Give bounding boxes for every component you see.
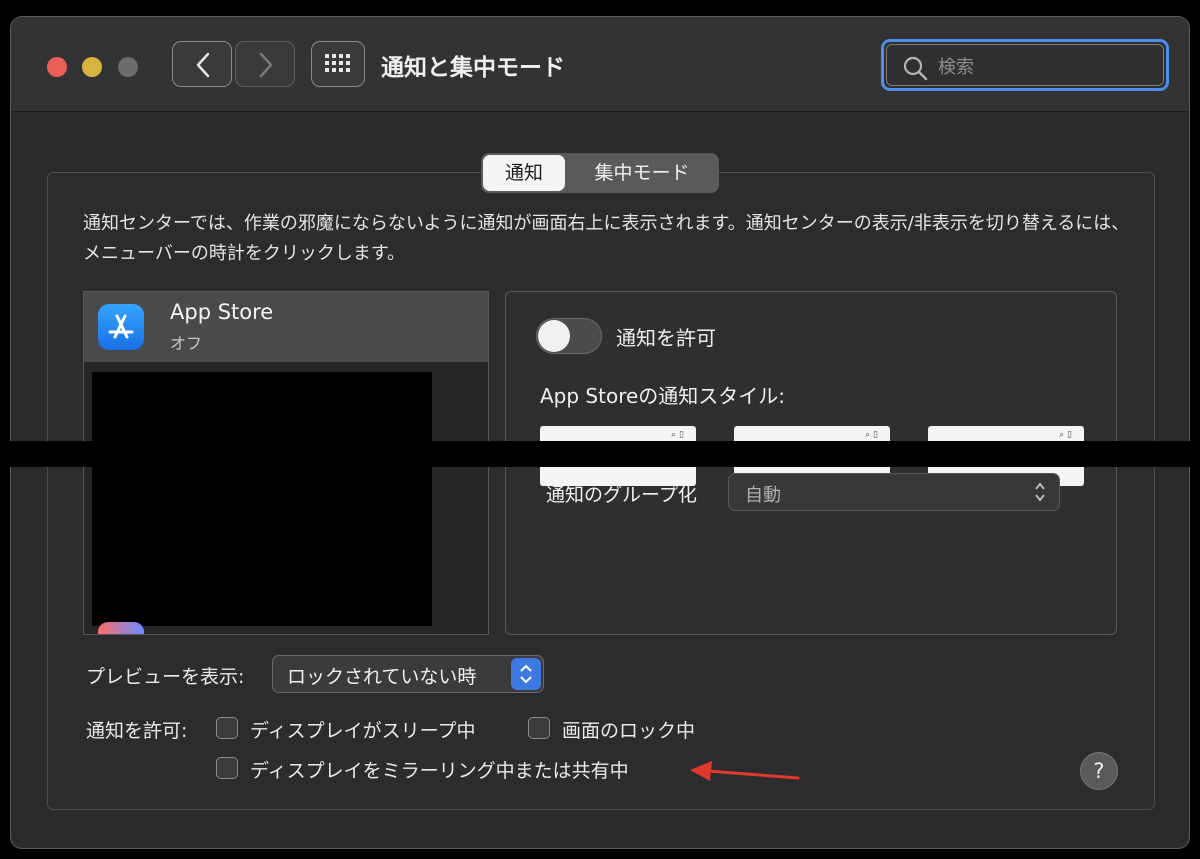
forward-button[interactable] [235,41,295,87]
chevron-updown-icon [511,658,541,690]
app-name: App Store [170,300,274,324]
annotation-arrow-icon [690,761,800,781]
app-status: オフ [170,334,203,353]
redaction-band [0,441,1200,467]
chevron-left-icon [196,52,210,78]
tab-focus[interactable]: 集中モード [567,155,717,191]
back-button[interactable] [172,41,232,87]
checkbox-mirroring[interactable] [216,757,238,779]
search-icon [903,56,928,81]
allow-notifications-label: 通知を許可 [616,326,716,350]
show-all-button[interactable] [311,41,365,87]
minimize-window-button[interactable] [82,57,102,77]
title-bar: 通知と集中モード [11,17,1189,112]
search-icon: ⌕ ▯ [671,430,684,440]
chevron-right-icon [259,52,273,78]
preview-label: プレビューを表示: [86,666,245,688]
search-icon: ⌕ ▯ [1059,430,1072,440]
notification-style-label: App Storeの通知スタイル: [540,384,786,408]
allow-when-label: 通知を許可: [86,720,188,742]
allow-notifications-toggle[interactable] [536,318,602,354]
tab-bar: 通知 集中モード [481,153,719,193]
preview-value: ロックされていない時 [287,666,477,688]
app-icon [98,622,144,634]
checkbox-screen-locked-label: 画面のロック中 [562,720,696,742]
window-title: 通知と集中モード [381,55,565,81]
checkbox-screen-locked[interactable] [528,717,550,739]
checkbox-display-sleep[interactable] [216,717,238,739]
checkbox-display-sleep-label: ディスプレイがスリープ中 [250,720,476,742]
help-button[interactable]: ? [1080,752,1118,790]
search-input[interactable] [936,53,1150,81]
tab-notifications[interactable]: 通知 [483,155,565,191]
grid-icon [325,54,350,72]
search-icon: ⌕ ▯ [865,430,878,440]
app-store-icon [98,304,144,350]
checkbox-mirroring-label: ディスプレイをミラーリング中または共有中 [250,760,629,782]
chevron-updown-icon [1035,482,1045,502]
description-text: 通知センターでは、作業の邪魔にならないように通知が画面右上に表示されます。通知セ… [83,213,1130,264]
grouping-value: 自動 [745,485,781,506]
grouping-label: 通知のグループ化 [546,484,697,506]
redacted-area [92,372,432,626]
grouping-select[interactable]: 自動 [728,473,1060,511]
search-field[interactable] [881,39,1169,91]
toggle-knob [538,320,570,352]
list-item[interactable]: App Store オフ [84,292,488,362]
close-window-button[interactable] [47,57,67,77]
preview-select[interactable]: ロックされていない時 [272,655,544,693]
zoom-window-button[interactable] [118,57,138,77]
